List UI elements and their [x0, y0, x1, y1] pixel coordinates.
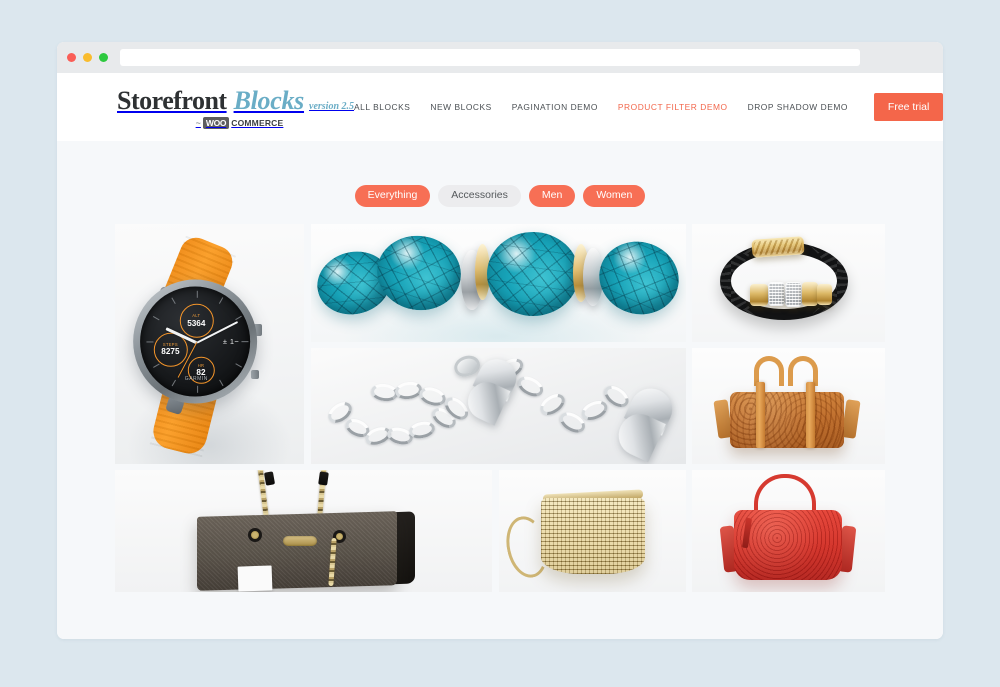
filter-pill-women[interactable]: Women: [583, 185, 646, 207]
product-tile-red-bag[interactable]: [692, 469, 885, 592]
logo-word-storefront: Storefront: [117, 85, 227, 115]
pave-bead-1: [768, 281, 785, 306]
window-controls: [67, 53, 108, 62]
gold-clasp: [751, 235, 805, 258]
product-filter-bar: Everything Accessories Men Women: [57, 185, 943, 207]
logo-word-blocks: Blocks: [233, 85, 305, 115]
browser-window: Storefront Blocks version 2.5 ~ WOO COMM…: [57, 42, 943, 639]
watch-alt-label: ALT: [192, 313, 201, 319]
woocommerce-lockup: ~ WOO COMMERCE: [195, 116, 284, 129]
main-navigation: ALL BLOCKS NEW BLOCKS PAGINATION DEMO PR…: [354, 93, 943, 121]
browser-chrome: [57, 42, 943, 73]
nav-item-drop-shadow-demo[interactable]: DROP SHADOW DEMO: [748, 102, 848, 112]
logo-dash: ~: [195, 117, 201, 128]
product-tile-mesh-clutch[interactable]: [499, 469, 686, 592]
tan-bag-side-strap-right: [841, 398, 861, 439]
gold-bead-1: [750, 283, 768, 306]
turquoise-stone-3: [487, 231, 579, 316]
gold-bead-2: [802, 281, 818, 306]
product-tile-garmin-watch[interactable]: ALT 5364 STEPS 8275 HR 82 ± 1− GARMIN: [115, 223, 304, 464]
handbag-brand-plate: [283, 535, 317, 546]
red-bag-photo: [692, 469, 885, 592]
site-viewport: Storefront Blocks version 2.5 ~ WOO COMM…: [57, 73, 943, 639]
logo-version-label: version 2.5: [309, 100, 355, 112]
tan-bag-strap-left: [756, 381, 765, 448]
handbag-price-tag: [237, 564, 273, 592]
logo-wordmark: Storefront Blocks version 2.5: [117, 86, 354, 116]
watch-steps-value: 8275: [161, 346, 180, 356]
clutch-body: [541, 497, 645, 574]
close-window-button[interactable]: [67, 53, 76, 62]
watch-button-lower: [251, 369, 259, 379]
handbag-clip-right: [318, 470, 329, 486]
commerce-word: COMMERCE: [231, 117, 284, 128]
filter-pill-men[interactable]: Men: [528, 185, 576, 207]
watch-alt-value: 5364: [187, 318, 206, 328]
nav-item-new-blocks[interactable]: NEW BLOCKS: [430, 102, 491, 112]
turquoise-stone-4: [590, 231, 686, 324]
product-tile-heart-bracelet[interactable]: [311, 347, 686, 464]
watch-hr-label: HR: [197, 362, 205, 368]
free-trial-button[interactable]: Free trial: [873, 93, 943, 121]
handbag-clip-left: [263, 470, 276, 486]
address-bar[interactable]: [120, 49, 860, 66]
handbag-ring-left: [248, 527, 262, 542]
garmin-watch-photo: ALT 5364 STEPS 8275 HR 82 ± 1− GARMIN: [115, 223, 304, 464]
pave-bead-2: [785, 281, 802, 307]
product-tile-brown-handbag[interactable]: [115, 469, 492, 592]
watch-brand-label: GARMIN: [184, 376, 208, 383]
tan-bag-body: [730, 391, 844, 448]
nav-item-product-filter-demo[interactable]: PRODUCT FILTER DEMO: [618, 102, 728, 112]
tan-bag-strap-right: [806, 381, 815, 448]
woo-badge-icon: WOO: [202, 116, 230, 129]
heart-bracelet-photo: [311, 347, 686, 464]
watch-subdial-altitude: ALT 5364: [179, 303, 214, 338]
nav-item-all-blocks[interactable]: ALL BLOCKS: [354, 102, 410, 112]
minimize-window-button[interactable]: [83, 53, 92, 62]
handbag-body: [197, 510, 397, 591]
product-tile-black-bracelet[interactable]: [692, 223, 885, 342]
gold-bead-3: [817, 283, 832, 305]
site-header: Storefront Blocks version 2.5 ~ WOO COMM…: [57, 73, 943, 141]
product-grid: ALT 5364 STEPS 8275 HR 82 ± 1− GARMIN: [115, 223, 885, 592]
product-tile-turquoise-bracelet[interactable]: [311, 223, 686, 342]
brown-handbag-photo: [115, 469, 492, 592]
watch-face: ALT 5364 STEPS 8275 HR 82 ± 1− GARMIN: [141, 286, 251, 396]
watch-steps-label: STEPS: [162, 341, 178, 347]
tan-bag-photo: [692, 347, 885, 464]
tan-bag-handle-right: [788, 355, 818, 386]
turquoise-bracelet-photo: [311, 223, 686, 342]
nav-item-pagination-demo[interactable]: PAGINATION DEMO: [512, 102, 598, 112]
watch-pressure-indicator: ± 1−: [222, 336, 240, 346]
black-bracelet-photo: [692, 223, 885, 342]
filter-pill-everything[interactable]: Everything: [354, 185, 431, 207]
filter-pill-accessories[interactable]: Accessories: [438, 185, 521, 207]
maximize-window-button[interactable]: [99, 53, 108, 62]
turquoise-stone-2: [371, 228, 467, 317]
brand-logo[interactable]: Storefront Blocks version 2.5 ~ WOO COMM…: [61, 86, 354, 129]
mesh-clutch-photo: [499, 469, 686, 592]
product-tile-tan-bag[interactable]: [692, 347, 885, 464]
